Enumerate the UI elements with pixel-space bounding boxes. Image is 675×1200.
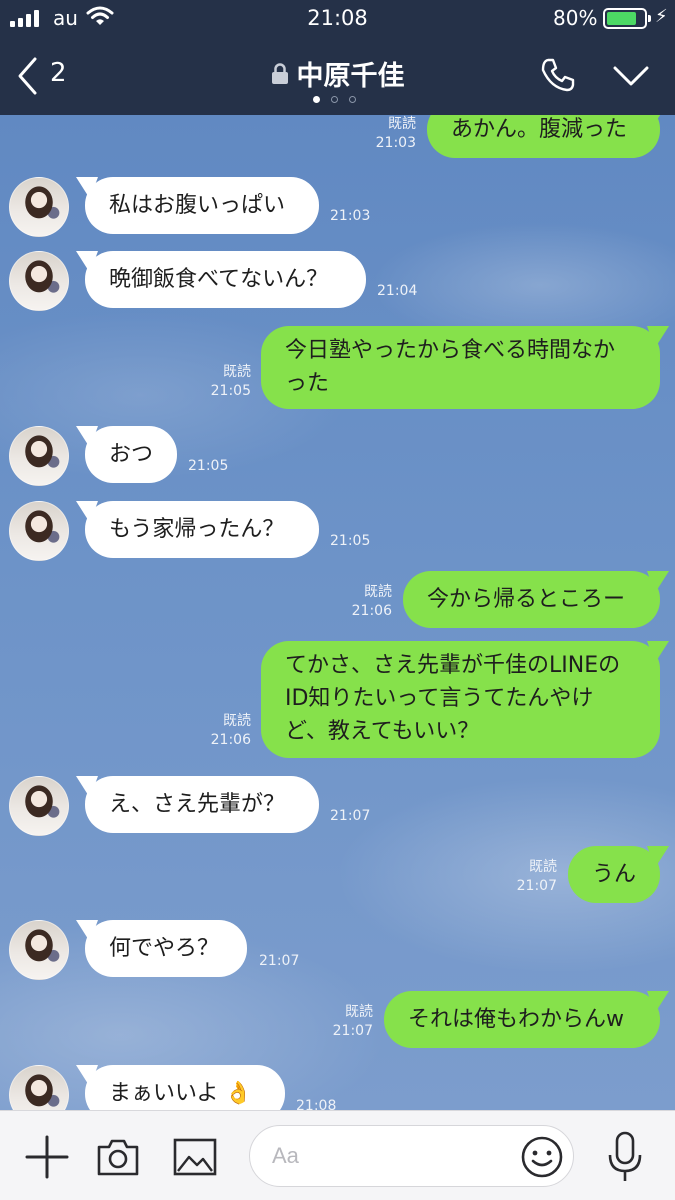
incoming-message-bubble[interactable]: え、さえ先輩が？ — [85, 776, 319, 833]
outgoing-message-bubble[interactable]: 今から帰るところー — [403, 571, 660, 628]
message-text: 晩御飯食べてないん？ — [109, 267, 329, 292]
message-time: 21:07 — [330, 808, 371, 824]
page-indicator — [313, 96, 356, 103]
read-receipt: 既読 — [364, 584, 392, 600]
read-receipt: 既読 — [345, 1004, 373, 1020]
message-time: 21:03 — [330, 208, 371, 224]
message-time: 21:07 — [332, 1023, 373, 1039]
chat-menu-button[interactable] — [612, 64, 650, 92]
read-receipt: 既読 — [388, 116, 416, 132]
message-text: 私はお腹いっぱい — [109, 193, 286, 218]
incoming-message-bubble[interactable]: おつ — [85, 426, 177, 483]
page-dot — [331, 96, 338, 103]
microphone-icon — [608, 1131, 642, 1181]
image-icon — [173, 1138, 217, 1176]
avatar[interactable] — [9, 426, 69, 486]
message-time: 21:07 — [259, 953, 300, 969]
message-text: え、さえ先輩が？ — [109, 792, 286, 817]
message-time: 21:05 — [210, 383, 251, 399]
image-button[interactable] — [173, 1138, 217, 1180]
message-text: まぁいいよ — [109, 1081, 219, 1106]
message-time: 21:04 — [377, 283, 418, 299]
outgoing-message-bubble[interactable]: てかさ、さえ先輩が千佳のLINEのID知りたいって言うてたんやけど、教えてもいい… — [261, 641, 660, 758]
message-time: 21:06 — [351, 603, 392, 619]
incoming-message-bubble[interactable]: 何でやろ？ — [85, 920, 247, 977]
message-text: おつ — [109, 442, 154, 467]
outgoing-message-bubble[interactable]: うん — [568, 846, 660, 903]
phone-icon — [541, 58, 575, 92]
avatar[interactable] — [9, 776, 69, 836]
message-text: 今から帰るところー — [427, 587, 626, 612]
battery-icon — [603, 8, 651, 29]
camera-button[interactable] — [96, 1137, 140, 1181]
avatar[interactable] — [9, 251, 69, 311]
incoming-message-bubble[interactable]: 晩御飯食べてないん？ — [85, 251, 366, 308]
message-meta: 既読 21:05 — [207, 363, 251, 401]
message-time: 21:03 — [375, 135, 416, 151]
camera-icon — [97, 1139, 139, 1176]
page-dot — [313, 96, 320, 103]
message-meta: 既読 21:06 — [348, 583, 392, 621]
avatar[interactable] — [9, 177, 69, 237]
message-meta: 既読 21:06 — [207, 712, 251, 750]
chevron-down-icon — [613, 66, 649, 86]
ok-hand-emoji: 👌 — [224, 1081, 252, 1106]
read-receipt: 既読 — [529, 859, 557, 875]
message-text: あかん。腹減った — [451, 117, 628, 142]
outgoing-message-bubble[interactable]: それは俺もわからんw — [384, 991, 660, 1048]
message-text: てかさ、さえ先輩が千佳のLINEのID知りたいって言うてたんやけど、教えてもいい… — [285, 653, 621, 744]
message-time: 21:05 — [188, 458, 229, 474]
page-dot — [349, 96, 356, 103]
smiley-icon — [521, 1136, 563, 1178]
lock-icon — [271, 62, 288, 84]
plus-button[interactable] — [25, 1135, 69, 1183]
read-receipt: 既読 — [223, 713, 251, 729]
avatar[interactable] — [9, 920, 69, 980]
message-time: 21:06 — [210, 732, 251, 748]
emoji-button[interactable] — [520, 1135, 564, 1183]
incoming-message-bubble[interactable]: もう家帰ったん？ — [85, 501, 319, 558]
avatar[interactable] — [9, 501, 69, 561]
message-text: それは俺もわからんw — [408, 1007, 624, 1032]
chat-message-list[interactable]: 既読 21:03 あかん。腹減った 私はお腹いっぱい 21:03 晩御飯食べてな… — [0, 115, 675, 1110]
message-time: 21:07 — [516, 878, 557, 894]
chat-header: au 21:08 80% ⚡ 2 中原千佳 — [0, 0, 675, 115]
avatar[interactable] — [9, 1065, 69, 1110]
outgoing-message-bubble[interactable]: 今日塾やったから食べる時間なかった — [261, 326, 660, 409]
message-meta: 既読 21:03 — [372, 115, 416, 153]
incoming-message-bubble[interactable]: 私はお腹いっぱい — [85, 177, 319, 234]
message-time: 21:05 — [330, 533, 371, 549]
outgoing-message-bubble[interactable]: あかん。腹減った — [427, 115, 660, 158]
plus-icon — [25, 1135, 69, 1179]
message-text: うん — [592, 862, 637, 887]
incoming-message-bubble[interactable]: まぁいいよ 👌 — [85, 1065, 285, 1110]
chat-title[interactable]: 中原千佳 — [297, 61, 405, 92]
battery-percentage: 80% — [553, 6, 598, 30]
charging-icon: ⚡ — [655, 6, 668, 27]
message-text: もう家帰ったん？ — [109, 517, 285, 542]
phone-call-button[interactable] — [540, 57, 576, 97]
message-input-bar — [0, 1110, 675, 1200]
message-text: 今日塾やったから食べる時間なかった — [285, 338, 616, 396]
message-time: 21:08 — [296, 1098, 337, 1110]
read-receipt: 既読 — [223, 364, 251, 380]
message-meta: 既読 21:07 — [329, 1003, 373, 1041]
voice-button[interactable] — [607, 1131, 643, 1187]
message-text: 何でやろ？ — [109, 936, 220, 961]
message-meta: 既読 21:07 — [513, 858, 557, 896]
